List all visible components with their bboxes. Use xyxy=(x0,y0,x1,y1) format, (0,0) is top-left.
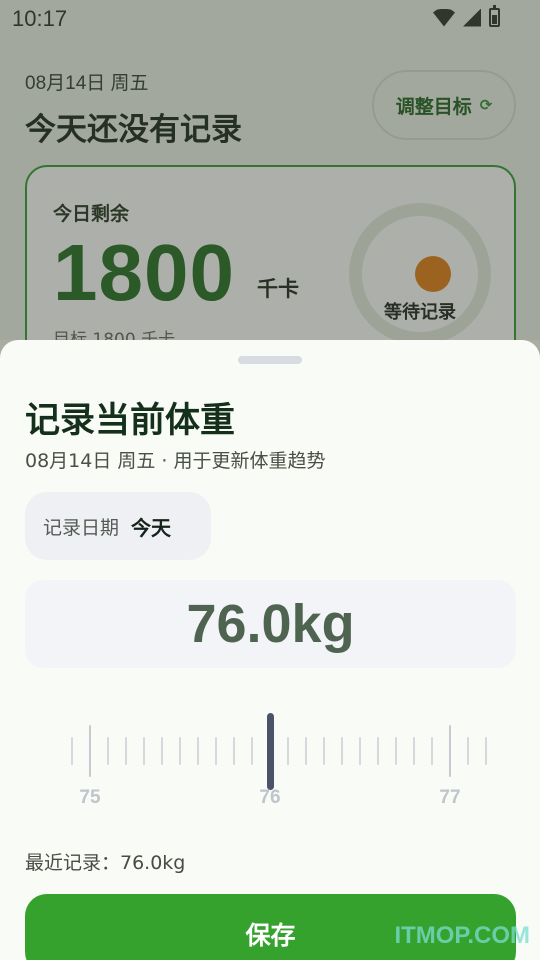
weight-ruler-slider[interactable]: 75 76 77 xyxy=(0,713,540,835)
record-weight-sheet: 记录当前体重 08月14日 周五 · 用于更新体重趋势 记录日期 今天 76.0… xyxy=(0,340,540,960)
ruler-tick xyxy=(143,737,145,765)
ruler-label: 76 xyxy=(259,787,281,808)
ruler-tick xyxy=(323,737,325,765)
sheet-subtitle: 08月14日 周五 · 用于更新体重趋势 xyxy=(25,450,326,472)
sheet-drag-handle[interactable] xyxy=(238,356,302,364)
ruler-tick xyxy=(395,737,397,765)
ruler-tick xyxy=(485,737,487,765)
ruler-tick xyxy=(197,737,199,765)
ruler-label: 77 xyxy=(439,787,461,808)
ruler-tick xyxy=(125,737,127,765)
sheet-title: 记录当前体重 xyxy=(25,401,236,441)
ruler-tick xyxy=(71,737,73,765)
ruler-tick xyxy=(107,737,109,765)
record-date-chip[interactable]: 记录日期 今天 xyxy=(25,492,211,560)
ruler-selected-cursor[interactable] xyxy=(267,713,274,790)
ruler-tick xyxy=(377,737,379,765)
ruler-tick xyxy=(179,737,181,765)
ruler-tick xyxy=(161,737,163,765)
ruler-tick xyxy=(413,737,415,765)
watermark: ITMOP.COM xyxy=(394,922,530,949)
recent-record-text: 最近记录：76.0kg xyxy=(25,852,186,874)
ruler-tick xyxy=(341,737,343,765)
ruler-major-tick xyxy=(89,725,91,777)
ruler-tick xyxy=(359,737,361,765)
ruler-tick xyxy=(287,737,289,765)
record-date-value: 今天 xyxy=(131,515,172,540)
record-date-label: 记录日期 xyxy=(43,516,120,539)
ruler-tick xyxy=(215,737,217,765)
ruler-label: 75 xyxy=(79,787,101,808)
ruler-tick xyxy=(431,737,433,765)
modal-scrim[interactable] xyxy=(0,0,540,340)
weight-display: 76.0kg xyxy=(25,580,516,668)
ruler-tick xyxy=(251,737,253,765)
ruler-major-tick xyxy=(449,725,451,777)
ruler-tick xyxy=(467,737,469,765)
ruler-tick xyxy=(305,737,307,765)
weight-value: 76.0kg xyxy=(186,594,355,654)
ruler-tick xyxy=(233,737,235,765)
